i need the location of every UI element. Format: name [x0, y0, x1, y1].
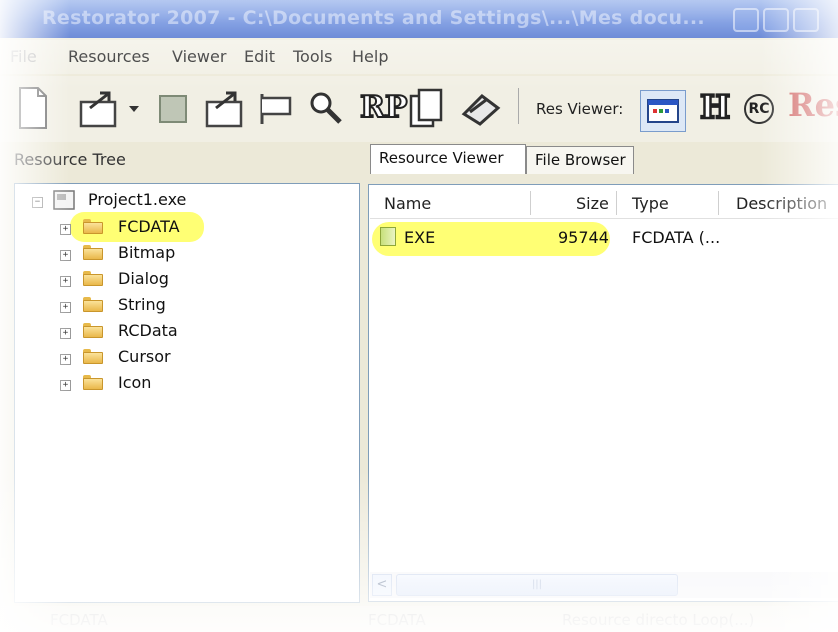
new-file-icon[interactable] [18, 84, 48, 130]
folder-icon [83, 323, 103, 338]
scroll-left-button[interactable]: < [372, 574, 392, 596]
expand-toggle[interactable]: + [60, 354, 71, 365]
tree-item-rcdata[interactable]: RCData [118, 321, 178, 340]
column-separator[interactable] [718, 191, 719, 215]
close-button[interactable] [793, 8, 819, 32]
row-size: 95744 [558, 228, 609, 247]
header-divider [370, 218, 838, 219]
tree-item-cursor[interactable]: Cursor [118, 347, 171, 366]
expand-toggle[interactable]: + [60, 380, 71, 391]
menu-viewer[interactable]: Viewer [172, 47, 226, 66]
open-icon[interactable] [78, 88, 122, 128]
folder-icon [83, 375, 103, 390]
label-icon[interactable] [256, 90, 300, 128]
column-name[interactable]: Name [384, 194, 431, 213]
title-bar[interactable]: Restorator 2007 - C:\Documents and Setti… [0, 0, 838, 38]
res-viewer-label: Res Viewer: [536, 100, 624, 118]
column-type[interactable]: Type [632, 194, 669, 213]
copy-icon[interactable] [408, 86, 452, 130]
rc-view-icon[interactable]: RC [744, 94, 774, 124]
window-view-icon [647, 99, 679, 123]
column-separator[interactable] [616, 191, 617, 215]
folder-icon [83, 349, 103, 364]
res-logo: Res [788, 86, 838, 124]
expand-toggle[interactable]: + [60, 302, 71, 313]
collapse-toggle[interactable]: − [32, 197, 43, 208]
column-size[interactable]: Size [576, 194, 609, 213]
folder-icon [83, 245, 103, 260]
menu-resources[interactable]: Resources [68, 47, 150, 66]
save-icon[interactable] [204, 88, 248, 128]
maximize-button[interactable] [763, 8, 789, 32]
folder-icon [83, 271, 103, 286]
eraser-icon[interactable] [460, 88, 504, 128]
menu-help[interactable]: Help [352, 47, 388, 66]
tree-item-bitmap[interactable]: Bitmap [118, 243, 175, 262]
minimize-button[interactable] [733, 8, 759, 32]
tree-item-icon[interactable]: Icon [118, 373, 151, 392]
expand-toggle[interactable]: + [60, 328, 71, 339]
disabled-block-icon [159, 95, 187, 123]
menu-edit[interactable]: Edit [244, 47, 275, 66]
search-icon[interactable] [308, 90, 344, 126]
column-separator[interactable] [530, 191, 531, 215]
restorator-window: Restorator 2007 - C:\Documents and Setti… [0, 0, 838, 632]
tab-resource-viewer[interactable]: Resource Viewer [370, 144, 526, 174]
tab-file-browser[interactable]: File Browser [526, 146, 634, 174]
status-cell-2: FCDATA [368, 611, 426, 629]
resource-tree-title: Resource Tree [14, 150, 126, 169]
window-title: Restorator 2007 - C:\Documents and Setti… [42, 7, 705, 29]
resource-tree[interactable] [14, 183, 360, 603]
tree-item-string[interactable]: String [118, 295, 166, 314]
dropdown-arrow-icon[interactable] [128, 104, 140, 114]
tree-item-fcdata[interactable]: FCDATA [118, 217, 180, 236]
menu-tools[interactable]: Tools [293, 47, 332, 66]
folder-icon [83, 297, 103, 312]
row-type: FCDATA (... [632, 228, 721, 247]
rp-icon[interactable]: RP [359, 89, 408, 126]
expand-toggle[interactable]: + [60, 250, 71, 261]
status-cell-1: FCDATA [50, 611, 108, 629]
folder-icon [83, 219, 103, 234]
tree-item-dialog[interactable]: Dialog [118, 269, 169, 288]
tree-root-label[interactable]: Project1.exe [88, 190, 186, 209]
project-icon [53, 190, 75, 210]
header-view-icon[interactable]: H [699, 87, 732, 128]
file-icon [380, 227, 396, 246]
expand-toggle[interactable]: + [60, 224, 71, 235]
expand-toggle[interactable]: + [60, 276, 71, 287]
status-cell-3: Resource directo Loop(...) [562, 611, 755, 629]
menu-file[interactable]: File [10, 47, 37, 66]
column-description[interactable]: Description [736, 194, 827, 213]
scroll-thumb[interactable]: ||| [396, 574, 678, 596]
row-name[interactable]: EXE [404, 228, 435, 247]
res-viewer-button[interactable] [640, 90, 686, 132]
toolbar-separator [518, 88, 519, 124]
